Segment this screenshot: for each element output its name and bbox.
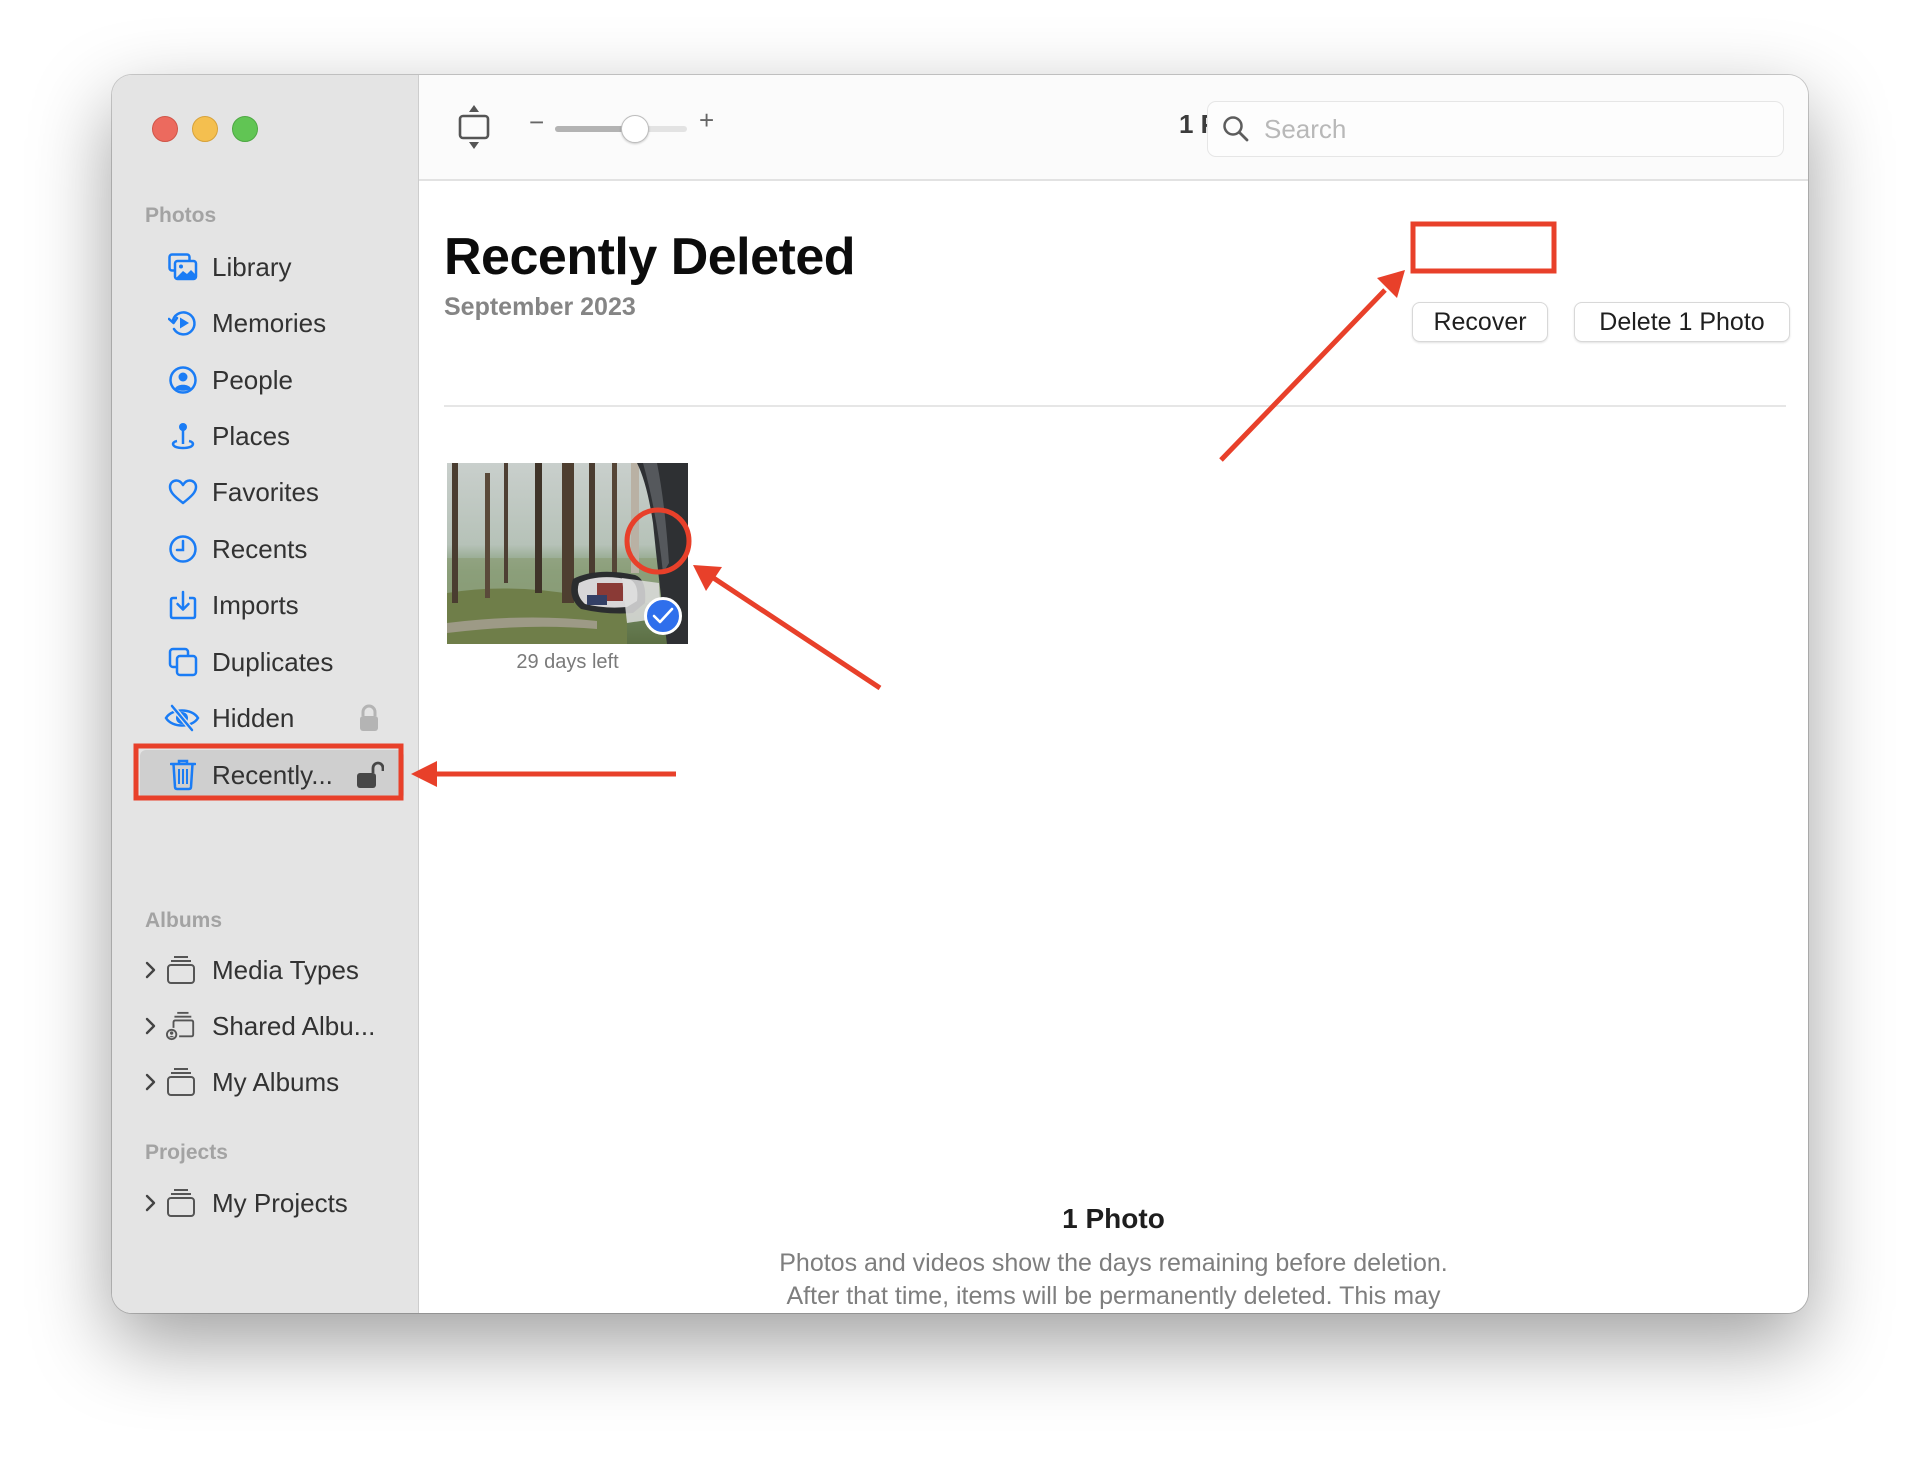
sidebar-item-label: Recently...: [212, 759, 333, 790]
sidebar-item-my-projects[interactable]: My Projects: [136, 1178, 404, 1228]
sidebar-item-shared-albums[interactable]: Shared Albu...: [136, 1001, 404, 1051]
lock-open-icon: [356, 761, 385, 789]
zoom-in-label[interactable]: +: [699, 105, 714, 136]
chevron-right-icon[interactable]: [144, 1016, 158, 1036]
recover-button[interactable]: Recover: [1412, 302, 1548, 342]
footer-description-line: After that time, items will be permanent…: [786, 1282, 1441, 1310]
search-field[interactable]: [1207, 101, 1784, 157]
footer-photo-count: 1 Photo: [1062, 1203, 1165, 1234]
main-content: Recently Deleted September 2023 Recover …: [419, 181, 1808, 1313]
sidebar-item-recently-deleted[interactable]: Recently...: [140, 750, 404, 800]
sidebar-item-label: Duplicates: [212, 646, 334, 677]
sidebar-item-library[interactable]: Library: [136, 242, 404, 292]
delete-photo-button[interactable]: Delete 1 Photo: [1574, 302, 1790, 342]
shared-album-icon: [166, 1011, 196, 1041]
memories-icon: [168, 308, 198, 338]
sidebar-item-label: My Projects: [212, 1187, 348, 1218]
sidebar-item-label: Imports: [212, 589, 299, 620]
album-stack-icon: [166, 955, 196, 985]
zoom-window-button[interactable]: [232, 116, 258, 142]
album-stack-icon: [166, 1067, 196, 1097]
chevron-right-icon[interactable]: [144, 960, 158, 980]
sidebar-item-label: Media Types: [212, 954, 359, 985]
search-icon: [1222, 115, 1250, 148]
photos-window: Photos Library Memories People Places Fa…: [112, 75, 1808, 1313]
sidebar-item-my-albums[interactable]: My Albums: [136, 1057, 404, 1107]
sidebar-item-hidden[interactable]: Hidden: [136, 693, 404, 743]
sidebar-item-label: People: [212, 364, 293, 395]
section-header-photos: Photos: [145, 204, 217, 227]
sidebar: Photos Library Memories People Places Fa…: [112, 75, 419, 1313]
page-title: Recently Deleted: [444, 228, 856, 286]
sidebar-item-label: Favorites: [212, 476, 319, 507]
close-window-button[interactable]: [152, 116, 178, 142]
checkmark-icon: [652, 607, 674, 624]
duplicates-icon: [168, 647, 198, 677]
sidebar-item-memories[interactable]: Memories: [136, 298, 404, 348]
sidebar-item-favorites[interactable]: Favorites: [136, 467, 404, 517]
zoom-out-label[interactable]: −: [529, 107, 544, 138]
sidebar-item-recents[interactable]: Recents: [136, 524, 404, 574]
sidebar-item-places[interactable]: Places: [136, 411, 404, 461]
places-icon: [168, 421, 198, 451]
sidebar-item-label: Recents: [212, 533, 308, 564]
sidebar-item-label: Memories: [212, 307, 327, 338]
import-icon: [168, 590, 198, 620]
section-header-albums: Albums: [145, 909, 223, 932]
zoom-slider-knob[interactable]: [620, 115, 649, 143]
section-header-projects: Projects: [145, 1141, 228, 1164]
aspect-toggle-icon[interactable]: [457, 104, 491, 150]
zoom-slider[interactable]: [555, 115, 687, 143]
footer-description: Photos and videos show the days remainin…: [419, 1247, 1808, 1313]
divider: [444, 405, 1786, 407]
sidebar-item-label: Shared Albu...: [212, 1010, 376, 1041]
search-input[interactable]: [1262, 102, 1766, 156]
eye-slash-icon: [164, 703, 200, 733]
selection-checkmark[interactable]: [644, 597, 682, 635]
chevron-right-icon[interactable]: [144, 1193, 158, 1213]
heart-icon: [168, 477, 198, 507]
days-left-label: 29 days left: [516, 651, 619, 673]
library-icon: [168, 252, 198, 282]
clock-icon: [168, 534, 198, 564]
sidebar-item-label: Places: [212, 420, 291, 451]
sidebar-item-label: My Albums: [212, 1066, 340, 1097]
chevron-right-icon[interactable]: [144, 1072, 158, 1092]
sidebar-item-people[interactable]: People: [136, 355, 404, 405]
sidebar-item-media-types[interactable]: Media Types: [136, 945, 404, 995]
month-header: September 2023: [444, 293, 636, 321]
sidebar-item-imports[interactable]: Imports: [136, 580, 404, 630]
sidebar-item-duplicates[interactable]: Duplicates: [136, 637, 404, 687]
sidebar-item-label: Library: [212, 251, 292, 282]
trash-icon: [168, 759, 198, 791]
footer-description-line: Photos and videos show the days remainin…: [779, 1249, 1448, 1277]
album-stack-icon: [166, 1188, 196, 1218]
sidebar-item-label: Hidden: [212, 702, 295, 733]
lock-closed-icon: [358, 704, 380, 732]
people-icon: [168, 365, 198, 395]
minimize-window-button[interactable]: [192, 116, 218, 142]
toolbar: − + 1 Photo: [419, 75, 1808, 181]
